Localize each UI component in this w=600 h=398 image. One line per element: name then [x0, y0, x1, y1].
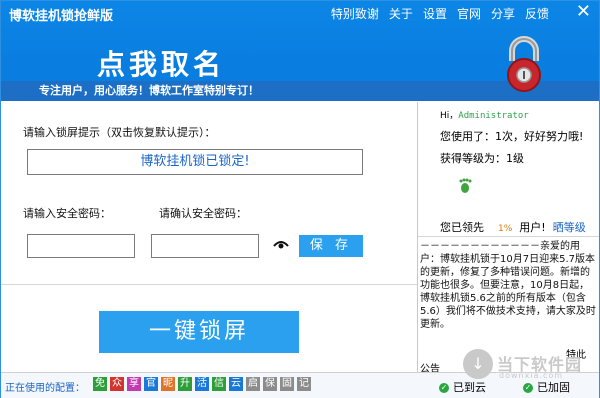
lock-settings-panel: 请输入锁屏提示（双击恢复默认提示）： 博软挂机锁已锁定! 请输入安全密码： 请确… [1, 102, 417, 372]
divider [418, 236, 599, 237]
config-chip[interactable]: 官 [144, 377, 158, 391]
password-confirm-label: 请确认安全密码： [159, 207, 247, 220]
watermark: ↓ 当下软件园 downxia.com [463, 347, 599, 397]
check-icon: ✓ [439, 383, 449, 393]
menu-about[interactable]: 关于 [389, 5, 413, 22]
user-info-panel: Hi，Administrator 您使用了：1次，好好努力哦! 获得等级为：1级… [418, 102, 599, 375]
padlock-icon [507, 36, 541, 92]
window-title: 博软挂机锁抢鲜版 [9, 9, 114, 24]
menu-settings[interactable]: 设置 [423, 5, 447, 22]
config-chip[interactable]: 昵 [161, 377, 175, 391]
menu-feedback[interactable]: 反馈 [525, 5, 549, 22]
username: Administrator [458, 111, 529, 121]
config-chips: 免 众 享 官 昵 升 活 信 云 启 保 固 记 [93, 377, 311, 391]
brand-name[interactable]: 点我取名 [97, 43, 225, 83]
one-click-lock-button[interactable]: 一键锁屏 [99, 311, 299, 353]
config-chip[interactable]: 固 [280, 377, 294, 391]
config-chip[interactable]: 免 [93, 377, 107, 391]
header: 博软挂机锁抢鲜版 特别致谢 关于 设置 官网 分享 反馈 ✕ 点我取名 专注用户… [1, 1, 599, 101]
announcement-text: －－－－－－－－－－－－亲爱的用户：博软挂机锁于10月7日迎来5.7版本的更新，… [420, 241, 596, 330]
ranking-text: 您已领先 1% 用户! 晒等级 [440, 221, 586, 234]
lock-tip-input[interactable]: 博软挂机锁已锁定! [27, 149, 363, 175]
user-level: 获得等级为：1级 [440, 152, 524, 165]
tip-label: 请输入锁屏提示（双击恢复默认提示）： [23, 126, 216, 139]
config-chip[interactable]: 云 [229, 377, 243, 391]
menu-website[interactable]: 官网 [457, 5, 481, 22]
app-window: 博软挂机锁抢鲜版 特别致谢 关于 设置 官网 分享 反馈 ✕ 点我取名 专注用户… [0, 0, 600, 398]
password-confirm-input[interactable] [151, 234, 259, 258]
config-chip[interactable]: 升 [178, 377, 192, 391]
ranking-percent: 1% [498, 224, 513, 234]
password-label: 请输入安全密码： [23, 207, 111, 220]
config-chip[interactable]: 活 [195, 377, 209, 391]
footprint-icon [459, 178, 472, 193]
menu-thanks[interactable]: 特别致谢 [331, 5, 379, 22]
eye-icon[interactable] [273, 239, 289, 249]
menu-share[interactable]: 分享 [491, 5, 515, 22]
password-input[interactable] [27, 234, 135, 258]
config-chip[interactable]: 保 [263, 377, 277, 391]
config-label: 正在使用的配置： [5, 383, 85, 394]
close-icon[interactable]: ✕ [576, 1, 591, 23]
config-chip[interactable]: 启 [246, 377, 260, 391]
save-button[interactable]: 保 存 [299, 235, 363, 257]
usage-count: 您使用了：1次，好好努力哦! [440, 130, 584, 143]
config-chip[interactable]: 信 [212, 377, 226, 391]
config-chip[interactable]: 享 [127, 377, 141, 391]
show-level-link[interactable]: 晒等级 [553, 221, 586, 234]
config-chip[interactable]: 众 [110, 377, 124, 391]
divider [1, 284, 417, 285]
config-chip[interactable]: 记 [297, 377, 311, 391]
slogan-text: 专注用户，用心服务！博软工作室特别专订！ [39, 84, 259, 97]
top-menu: 特别致谢 关于 设置 官网 分享 反馈 [331, 5, 549, 22]
greeting: Hi，Administrator [440, 111, 529, 121]
watermark-site: downxia.com [499, 371, 564, 380]
download-icon: ↓ [463, 349, 493, 379]
